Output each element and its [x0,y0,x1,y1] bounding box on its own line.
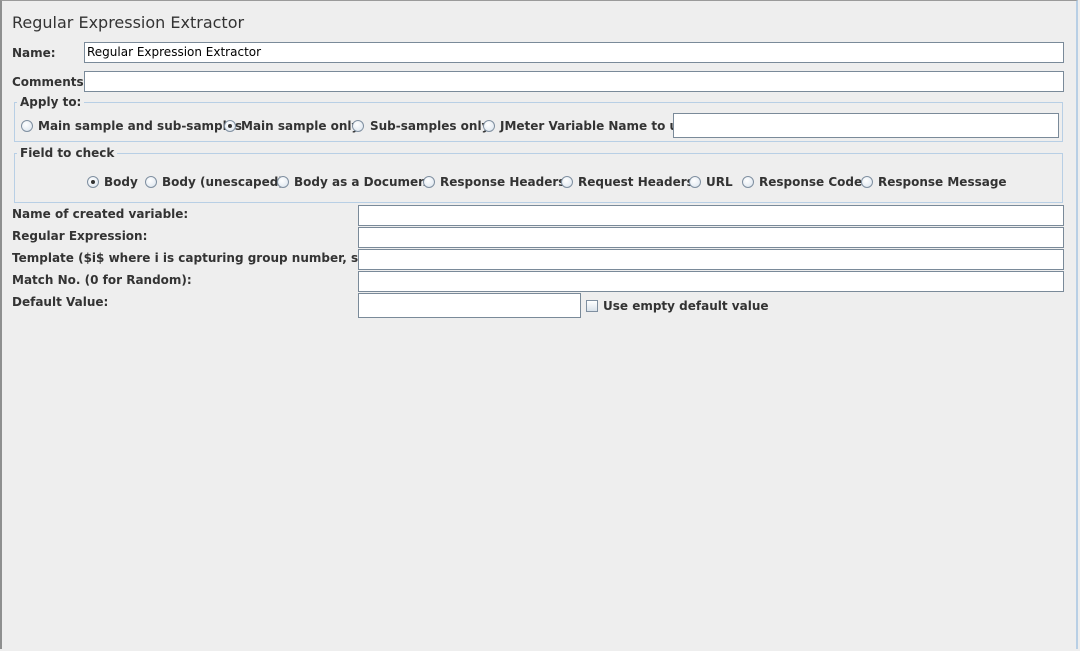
field-url-radio[interactable] [689,176,701,188]
jmeter-variable-field[interactable] [673,113,1059,138]
apply-main-and-sub-label[interactable]: Main sample and sub-samples [38,119,242,133]
name-field[interactable]: Regular Expression Extractor [84,42,1064,63]
default-value-label: Default Value: [12,295,109,309]
field-body-document-radio[interactable] [277,176,289,188]
apply-jmeter-variable-radio[interactable] [483,120,495,132]
regex-field[interactable] [358,227,1064,248]
field-body-radio[interactable] [87,176,99,188]
default-value-field[interactable] [358,293,581,318]
apply-main-only-radio[interactable] [224,120,236,132]
match-no-field[interactable] [358,271,1064,292]
apply-to-legend: Apply to: [17,95,85,109]
field-response-code-label[interactable]: Response Code [759,175,862,189]
name-label: Name: [12,46,56,60]
field-body-document-label[interactable]: Body as a Document [294,175,432,189]
field-response-code-radio[interactable] [742,176,754,188]
use-empty-default-checkbox[interactable] [586,300,598,312]
field-response-headers-label[interactable]: Response Headers [440,175,565,189]
apply-main-and-sub-radio[interactable] [21,120,33,132]
match-no-label: Match No. (0 for Random): [12,273,192,287]
apply-main-only-label[interactable]: Main sample only [241,119,359,133]
field-to-check-legend: Field to check [17,146,118,160]
comments-field[interactable] [84,71,1064,92]
ref-name-label: Name of created variable: [12,207,189,221]
regex-label: Regular Expression: [12,229,148,243]
use-empty-default-label[interactable]: Use empty default value [603,299,769,313]
field-response-headers-radio[interactable] [423,176,435,188]
ref-name-field[interactable] [358,205,1064,226]
apply-sub-only-radio[interactable] [352,120,364,132]
field-request-headers-label[interactable]: Request Headers [578,175,694,189]
field-body-label[interactable]: Body [104,175,138,189]
field-body-unescaped-label[interactable]: Body (unescaped) [162,175,284,189]
panel-title: Regular Expression Extractor [12,13,245,32]
field-request-headers-radio[interactable] [561,176,573,188]
window-frame [0,0,1078,649]
field-response-message-radio[interactable] [861,176,873,188]
field-url-label[interactable]: URL [706,175,733,189]
apply-jmeter-variable-label[interactable]: JMeter Variable Name to use [500,119,693,133]
field-body-unescaped-radio[interactable] [145,176,157,188]
apply-sub-only-label[interactable]: Sub-samples only [370,119,489,133]
template-field[interactable] [358,249,1064,270]
field-response-message-label[interactable]: Response Message [878,175,1007,189]
comments-label: Comments: [12,75,89,89]
